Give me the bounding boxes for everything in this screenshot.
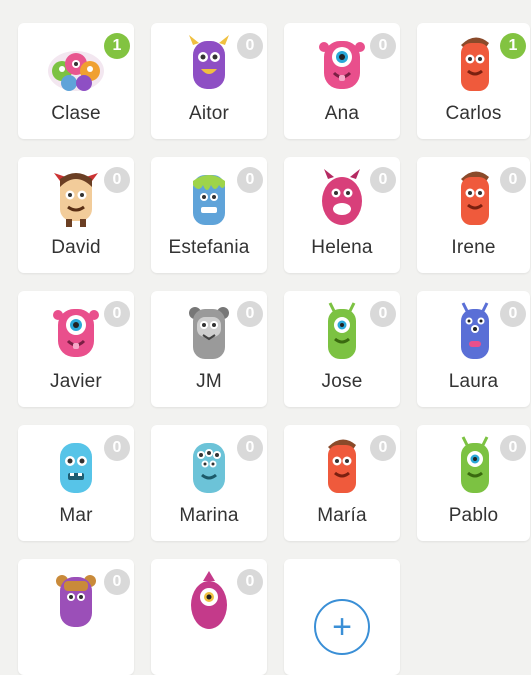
student-grid: 1 Clase 0 Aitor 0 Ana 1 Carlos 0 David 0… bbox=[18, 23, 531, 675]
student-card[interactable]: 0 Aitor bbox=[151, 23, 267, 139]
student-card[interactable]: 0 María bbox=[284, 425, 400, 541]
student-name: Jose bbox=[321, 371, 363, 392]
student-card[interactable]: 0 Marina bbox=[151, 425, 267, 541]
cyan-monster-icon bbox=[46, 433, 106, 499]
student-name: Pablo bbox=[448, 505, 499, 526]
student-card[interactable]: 0 Irene bbox=[417, 157, 530, 273]
student-name: María bbox=[317, 505, 367, 526]
points-badge: 0 bbox=[104, 301, 130, 327]
points-badge: 0 bbox=[104, 435, 130, 461]
points-badge: 0 bbox=[370, 167, 396, 193]
student-name: Mar bbox=[59, 505, 93, 526]
student-name: Helena bbox=[311, 237, 373, 258]
points-badge: 0 bbox=[237, 33, 263, 59]
student-name: Estefania bbox=[168, 237, 250, 258]
student-card[interactable]: 1 Clase bbox=[18, 23, 134, 139]
purple-horned-monster-icon bbox=[179, 31, 239, 97]
points-badge: 0 bbox=[370, 435, 396, 461]
points-badge: 0 bbox=[237, 167, 263, 193]
magenta-one-eyed-monster-icon bbox=[179, 567, 239, 633]
red-monster-icon bbox=[445, 165, 505, 231]
points-badge: 0 bbox=[500, 167, 526, 193]
student-name: Carlos bbox=[445, 103, 502, 124]
brown-horned-monster-icon bbox=[46, 165, 106, 231]
points-badge: 0 bbox=[500, 301, 526, 327]
points-badge: 0 bbox=[237, 301, 263, 327]
class-group-avatar-icon bbox=[46, 31, 106, 97]
student-name: Ana bbox=[324, 103, 360, 124]
green-one-eyed-monster-icon bbox=[312, 299, 372, 365]
plus-icon[interactable]: + bbox=[314, 599, 370, 655]
student-name: Clase bbox=[51, 103, 101, 124]
green-one-eyed-monster-icon bbox=[445, 433, 505, 499]
pink-one-eyed-monster-icon bbox=[312, 31, 372, 97]
student-card[interactable]: 0 bbox=[18, 559, 134, 675]
points-badge: 0 bbox=[500, 435, 526, 461]
points-badge: 0 bbox=[237, 435, 263, 461]
student-name: Irene bbox=[451, 237, 496, 258]
add-student-card[interactable]: + bbox=[284, 559, 400, 675]
student-card[interactable]: 0 Pablo bbox=[417, 425, 530, 541]
purple-bear-monster-icon bbox=[46, 567, 106, 633]
student-name: Marina bbox=[179, 505, 239, 526]
points-badge: 0 bbox=[104, 167, 130, 193]
grey-monster-icon bbox=[179, 299, 239, 365]
blue-many-eyed-monster-icon bbox=[445, 299, 505, 365]
points-badge: 1 bbox=[104, 33, 130, 59]
student-card[interactable]: 0 bbox=[151, 559, 267, 675]
student-card[interactable]: 0 Ana bbox=[284, 23, 400, 139]
student-name: Laura bbox=[448, 371, 499, 392]
points-badge: 0 bbox=[370, 33, 396, 59]
teal-many-eyed-monster-icon bbox=[179, 433, 239, 499]
student-card[interactable]: 0 Laura bbox=[417, 291, 530, 407]
pink-one-eyed-monster-icon bbox=[46, 299, 106, 365]
student-card[interactable]: 0 Javier bbox=[18, 291, 134, 407]
student-card[interactable]: 0 Jose bbox=[284, 291, 400, 407]
student-name: Aitor bbox=[188, 103, 230, 124]
red-monster-icon bbox=[445, 31, 505, 97]
student-card[interactable]: 0 JM bbox=[151, 291, 267, 407]
red-monster-icon bbox=[312, 433, 372, 499]
student-card[interactable]: 1 Carlos bbox=[417, 23, 530, 139]
points-badge: 0 bbox=[237, 569, 263, 595]
student-card[interactable]: 0 David bbox=[18, 157, 134, 273]
blue-slime-monster-icon bbox=[179, 165, 239, 231]
student-name: JM bbox=[196, 371, 222, 392]
student-card[interactable]: 0 Estefania bbox=[151, 157, 267, 273]
points-badge: 0 bbox=[104, 569, 130, 595]
student-name: Javier bbox=[50, 371, 102, 392]
points-badge: 0 bbox=[370, 301, 396, 327]
student-name: David bbox=[51, 237, 101, 258]
pink-horned-monster-icon bbox=[312, 165, 372, 231]
points-badge: 1 bbox=[500, 33, 526, 59]
student-card[interactable]: 0 Mar bbox=[18, 425, 134, 541]
student-card[interactable]: 0 Helena bbox=[284, 157, 400, 273]
